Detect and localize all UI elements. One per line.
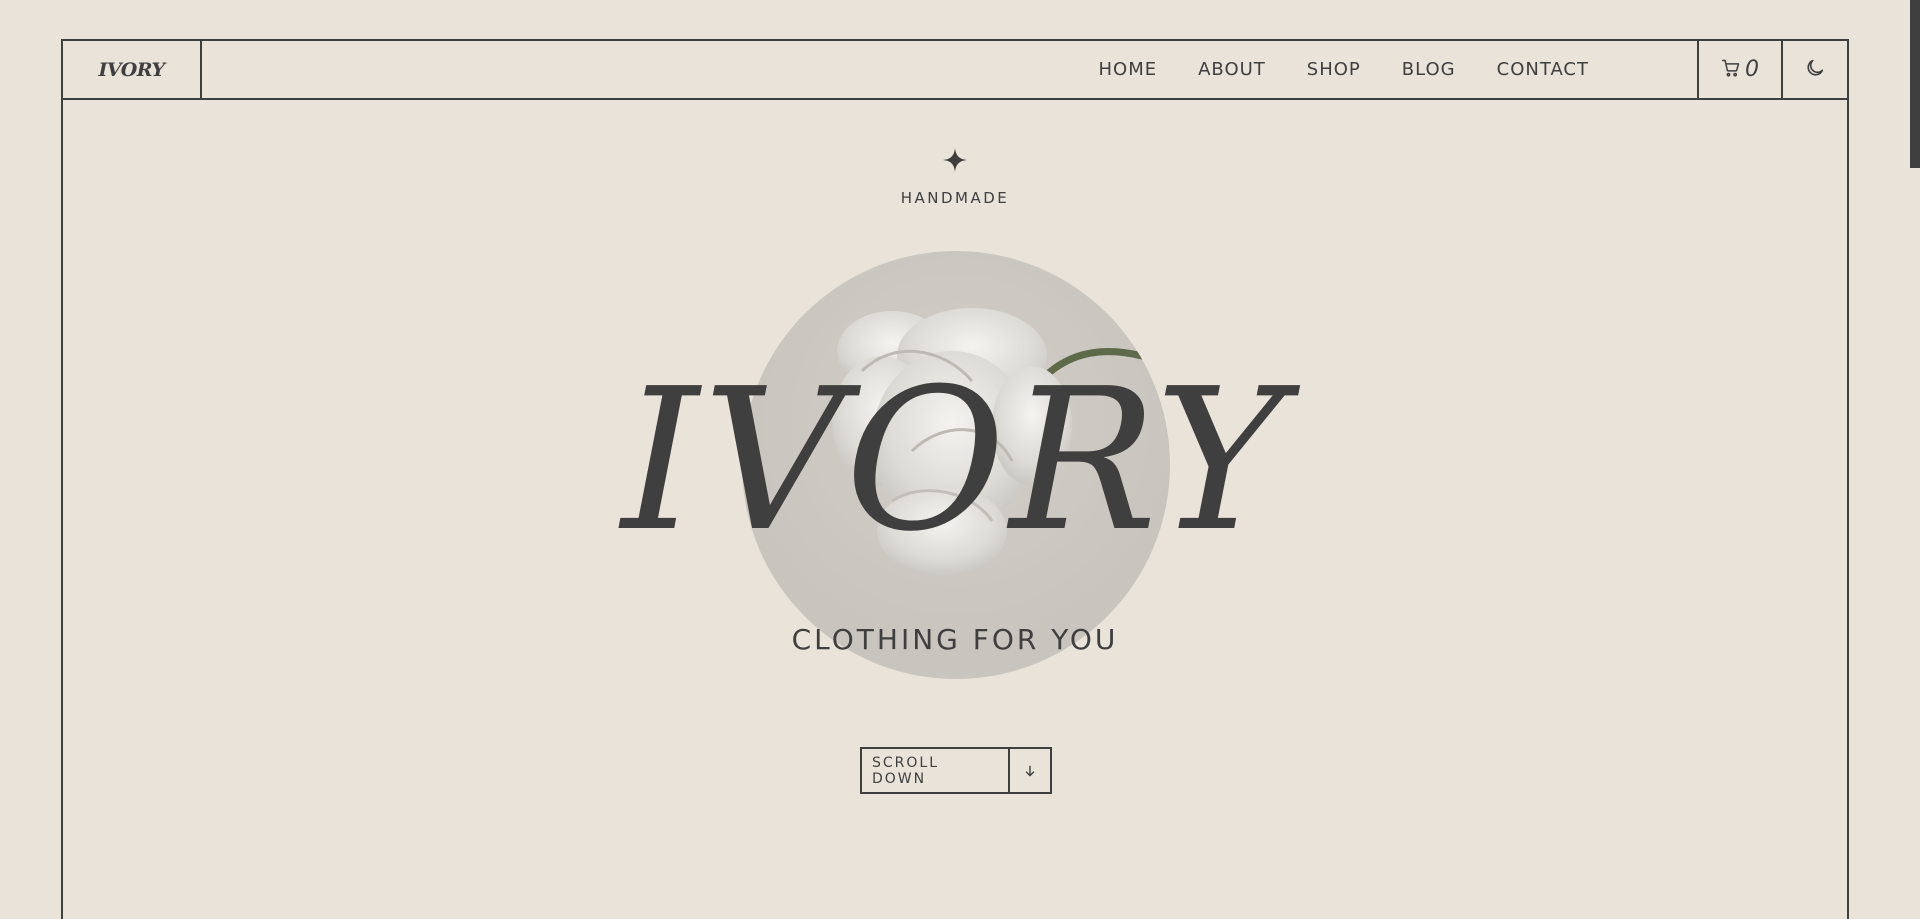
cart-button[interactable]: 0	[1697, 41, 1781, 98]
nav-item-about[interactable]: ABOUT	[1198, 59, 1266, 80]
hero-eyebrow: HANDMADE	[900, 189, 1010, 207]
scroll-down-button[interactable]: SCROLL DOWN	[860, 747, 1052, 794]
nav-item-contact[interactable]: CONTACT	[1497, 59, 1589, 80]
hero-title: IVORY	[621, 347, 1289, 575]
nav-item-blog[interactable]: BLOG	[1402, 59, 1456, 80]
cart-icon	[1721, 58, 1741, 82]
logo-cell: IVORY	[63, 41, 202, 98]
scroll-down-label: SCROLL DOWN	[862, 749, 1010, 792]
moon-icon	[1804, 57, 1826, 83]
nav-item-shop[interactable]: SHOP	[1307, 59, 1361, 80]
hero-subtitle: CLOTHING FOR YOU	[791, 623, 1119, 656]
nav-item-home[interactable]: HOME	[1099, 59, 1158, 80]
cart-count: 0	[1745, 57, 1759, 82]
sparkle-icon	[63, 148, 1847, 177]
page-frame: IVORY HOME ABOUT SHOP BLOG CONTACT 0 HAN…	[61, 39, 1849, 919]
main-nav: HOME ABOUT SHOP BLOG CONTACT	[202, 41, 1697, 98]
arrow-down-icon	[1010, 749, 1050, 792]
page-scrollbar[interactable]	[1910, 0, 1920, 168]
theme-toggle-button[interactable]	[1781, 41, 1847, 98]
site-logo[interactable]: IVORY	[98, 59, 165, 81]
site-header: IVORY HOME ABOUT SHOP BLOG CONTACT 0	[63, 41, 1847, 100]
